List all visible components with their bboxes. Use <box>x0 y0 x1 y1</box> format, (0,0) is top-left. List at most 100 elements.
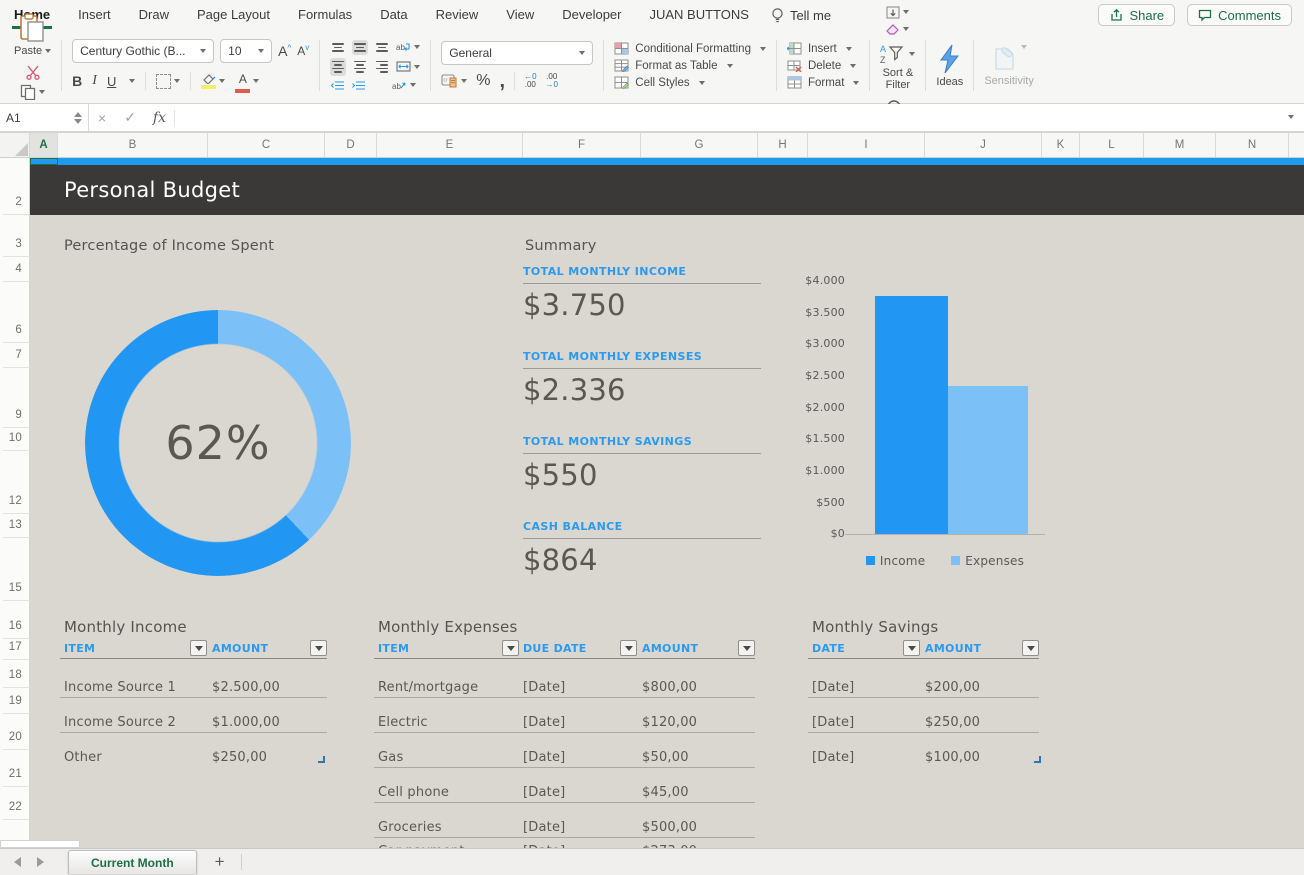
expenses-bar[interactable] <box>948 386 1028 534</box>
filter-dropdown-icon[interactable] <box>620 640 637 656</box>
expand-formula-bar-icon[interactable] <box>1275 109 1304 127</box>
cell[interactable]: [Date] <box>523 680 565 695</box>
menu-tab-draw[interactable]: Draw <box>137 1 171 29</box>
cell[interactable]: [Date] <box>812 680 854 695</box>
row-header[interactable]: 9 <box>0 409 29 425</box>
column-header-n[interactable]: N <box>1216 133 1289 157</box>
text-orientation-button[interactable]: ab <box>392 79 416 91</box>
clear-button[interactable] <box>886 23 909 35</box>
filter-dropdown-icon[interactable] <box>310 640 327 656</box>
row-header[interactable]: 12 <box>0 495 29 511</box>
cell[interactable]: [Date] <box>523 820 565 835</box>
menu-tab-review[interactable]: Review <box>434 1 481 29</box>
cell[interactable]: $100,00 <box>925 750 980 765</box>
cell[interactable]: $500,00 <box>642 820 697 835</box>
row1-blue-band[interactable] <box>30 158 1304 165</box>
row-header[interactable]: 6 <box>0 324 29 340</box>
row-header[interactable]: 3 <box>0 238 29 254</box>
table-resize-handle[interactable] <box>318 756 325 763</box>
conditional-formatting-button[interactable]: Conditional Formatting <box>614 42 766 55</box>
wrap-text-button[interactable]: ab <box>396 41 420 54</box>
active-cell-a1[interactable] <box>30 158 58 165</box>
align-left-button[interactable] <box>330 58 346 76</box>
accounting-format-button[interactable]: cr <box>441 74 467 88</box>
copy-button[interactable] <box>20 84 45 100</box>
bar-chart[interactable] <box>845 281 1045 535</box>
table-resize-handle[interactable] <box>1034 756 1041 763</box>
decrease-decimal-button[interactable]: .00→0 <box>546 73 558 89</box>
summary-income[interactable]: TOTAL MONTHLY INCOME $3.750 <box>523 265 761 322</box>
sort-filter-button[interactable]: AZ Sort &Filter <box>880 43 915 91</box>
align-bottom-button[interactable] <box>374 40 390 55</box>
confirm-icon[interactable]: ✓ <box>115 109 145 126</box>
cell[interactable]: $250,00 <box>212 750 267 765</box>
row-header[interactable]: 16 <box>0 620 29 636</box>
monthly-savings-table[interactable]: Monthly Savings DATE AMOUNT [Date] $200,… <box>808 618 1043 848</box>
filter-dropdown-icon[interactable] <box>738 640 755 656</box>
cell[interactable]: Cell phone <box>378 785 449 800</box>
row-header[interactable]: 21 <box>0 768 29 784</box>
menu-tab-insert[interactable]: Insert <box>76 1 113 29</box>
font-size-select[interactable]: 10 <box>220 39 272 63</box>
formula-input[interactable] <box>175 104 1275 131</box>
comma-style-button[interactable]: , <box>500 76 506 86</box>
summary-cash-balance[interactable]: CASH BALANCE $864 <box>523 520 761 577</box>
column-header-d[interactable]: D <box>325 133 377 157</box>
autosum-button[interactable]: Σ <box>886 0 909 2</box>
borders-button[interactable] <box>156 74 180 89</box>
bold-button[interactable]: B <box>72 73 82 89</box>
column-header-b[interactable]: B <box>58 133 208 157</box>
paste-button[interactable]: Paste <box>14 13 51 57</box>
cell[interactable]: [Date] <box>523 785 565 800</box>
menu-tab-juan-buttons[interactable]: JUAN BUTTONS <box>648 1 751 29</box>
fill-color-button[interactable] <box>201 73 225 89</box>
add-sheet-button[interactable]: + <box>215 852 225 872</box>
cell[interactable]: $45,00 <box>642 785 689 800</box>
column-header-k[interactable]: K <box>1042 133 1080 157</box>
summary-expenses[interactable]: TOTAL MONTHLY EXPENSES $2.336 <box>523 350 761 407</box>
column-header-m[interactable]: M <box>1144 133 1216 157</box>
row-header[interactable]: 2 <box>0 196 29 212</box>
format-as-table-button[interactable]: Format as Table <box>614 59 766 72</box>
cell-styles-button[interactable]: Cell Styles <box>614 76 766 89</box>
cell[interactable]: $800,00 <box>642 680 697 695</box>
comments-button[interactable]: Comments <box>1187 4 1292 26</box>
name-box[interactable] <box>0 104 74 131</box>
column-header-i[interactable]: I <box>808 133 925 157</box>
menu-tab-view[interactable]: View <box>504 1 536 29</box>
column-header-j[interactable]: J <box>925 133 1042 157</box>
monthly-income-table[interactable]: Monthly Income ITEM AMOUNT Income Source… <box>60 618 330 848</box>
menu-tab-developer[interactable]: Developer <box>560 1 623 29</box>
cell[interactable]: Income Source 2 <box>64 715 176 730</box>
filter-dropdown-icon[interactable] <box>1022 640 1039 656</box>
menu-tab-data[interactable]: Data <box>378 1 409 29</box>
column-header-f[interactable]: F <box>523 133 641 157</box>
cell[interactable]: $120,00 <box>642 715 697 730</box>
row-header[interactable]: 4 <box>0 263 29 279</box>
align-middle-button[interactable] <box>352 40 368 55</box>
cell[interactable]: Other <box>64 750 102 765</box>
cell[interactable]: $1.000,00 <box>212 715 280 730</box>
name-box-stepper[interactable] <box>74 104 89 131</box>
format-cells-button[interactable]: Format <box>787 76 859 89</box>
cell[interactable]: Gas <box>378 750 403 765</box>
row-header[interactable]: 7 <box>0 349 29 365</box>
cell[interactable]: $50,00 <box>642 750 689 765</box>
cell[interactable]: Electric <box>378 715 428 730</box>
filter-dropdown-icon[interactable] <box>903 640 920 656</box>
underline-button[interactable]: U <box>107 74 116 89</box>
menu-tab-formulas[interactable]: Formulas <box>296 1 354 29</box>
cell[interactable]: $200,00 <box>925 680 980 695</box>
column-header-e[interactable]: E <box>377 133 523 157</box>
select-all-corner[interactable] <box>0 133 30 157</box>
ideas-button[interactable]: Ideas <box>928 34 971 97</box>
increase-font-icon[interactable]: A^ <box>278 43 291 59</box>
summary-savings[interactable]: TOTAL MONTHLY SAVINGS $550 <box>523 435 761 492</box>
column-header-partial[interactable] <box>1289 133 1304 157</box>
percent-style-button[interactable]: % <box>476 72 490 90</box>
filter-dropdown-icon[interactable] <box>190 640 207 656</box>
cell[interactable]: [Date] <box>523 715 565 730</box>
next-sheet-icon[interactable] <box>37 857 44 867</box>
fill-button[interactable] <box>886 6 909 19</box>
cell[interactable]: Rent/mortgage <box>378 680 478 695</box>
